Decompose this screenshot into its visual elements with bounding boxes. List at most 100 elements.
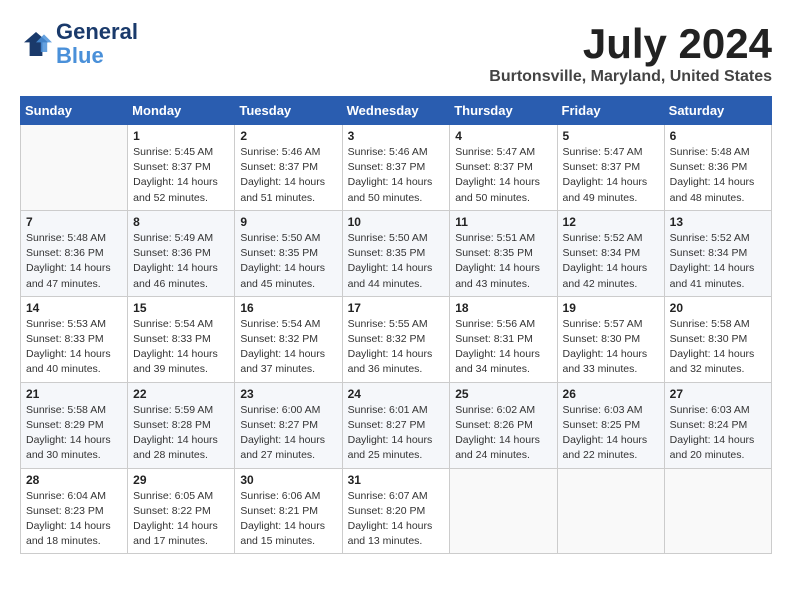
day-info: Sunrise: 5:47 AMSunset: 8:37 PMDaylight:… [563,145,659,206]
daylight-hours: Daylight: 14 hours [455,261,551,276]
sunrise-text: Sunrise: 5:46 AM [240,145,336,160]
daylight-hours: Daylight: 14 hours [26,261,122,276]
sunrise-text: Sunrise: 5:50 AM [240,231,336,246]
day-number: 29 [133,473,229,487]
sunrise-text: Sunrise: 6:00 AM [240,403,336,418]
day-number: 16 [240,301,336,315]
daylight-hours: Daylight: 14 hours [133,433,229,448]
logo-text: General Blue [56,20,138,68]
day-number: 13 [670,215,766,229]
daylight-hours: Daylight: 14 hours [670,261,766,276]
sunset-text: Sunset: 8:33 PM [26,332,122,347]
day-number: 20 [670,301,766,315]
day-info: Sunrise: 6:02 AMSunset: 8:26 PMDaylight:… [455,403,551,464]
col-header-tuesday: Tuesday [235,97,342,125]
day-info: Sunrise: 5:57 AMSunset: 8:30 PMDaylight:… [563,317,659,378]
daylight-minutes: and 25 minutes. [348,448,445,463]
sunset-text: Sunset: 8:35 PM [240,246,336,261]
daylight-minutes: and 28 minutes. [133,448,229,463]
day-info: Sunrise: 5:56 AMSunset: 8:31 PMDaylight:… [455,317,551,378]
daylight-minutes: and 48 minutes. [670,191,766,206]
calendar-cell: 23Sunrise: 6:00 AMSunset: 8:27 PMDayligh… [235,382,342,468]
calendar-cell: 3Sunrise: 5:46 AMSunset: 8:37 PMDaylight… [342,125,450,211]
calendar-cell: 19Sunrise: 5:57 AMSunset: 8:30 PMDayligh… [557,296,664,382]
daylight-minutes: and 33 minutes. [563,362,659,377]
calendar-cell: 31Sunrise: 6:07 AMSunset: 8:20 PMDayligh… [342,468,450,554]
day-info: Sunrise: 5:48 AMSunset: 8:36 PMDaylight:… [26,231,122,292]
sunrise-text: Sunrise: 6:03 AM [563,403,659,418]
sunset-text: Sunset: 8:37 PM [348,160,445,175]
daylight-minutes: and 39 minutes. [133,362,229,377]
sunrise-text: Sunrise: 6:07 AM [348,489,445,504]
daylight-hours: Daylight: 14 hours [563,433,659,448]
sunset-text: Sunset: 8:27 PM [348,418,445,433]
calendar-cell: 17Sunrise: 5:55 AMSunset: 8:32 PMDayligh… [342,296,450,382]
sunrise-text: Sunrise: 5:45 AM [133,145,229,160]
day-number: 30 [240,473,336,487]
sunrise-text: Sunrise: 6:03 AM [670,403,766,418]
calendar-cell: 8Sunrise: 5:49 AMSunset: 8:36 PMDaylight… [128,210,235,296]
daylight-minutes: and 41 minutes. [670,277,766,292]
day-number: 9 [240,215,336,229]
sunset-text: Sunset: 8:23 PM [26,504,122,519]
sunset-text: Sunset: 8:32 PM [240,332,336,347]
daylight-minutes: and 24 minutes. [455,448,551,463]
day-number: 14 [26,301,122,315]
sunrise-text: Sunrise: 5:58 AM [26,403,122,418]
daylight-hours: Daylight: 14 hours [348,433,445,448]
day-number: 15 [133,301,229,315]
day-info: Sunrise: 6:05 AMSunset: 8:22 PMDaylight:… [133,489,229,550]
sunset-text: Sunset: 8:35 PM [348,246,445,261]
calendar-cell: 29 Sunrise: 6:05 AMSunset: 8:22 PMDayligh… [128,468,235,554]
daylight-minutes: and 17 minutes. [133,534,229,549]
day-info: Sunrise: 5:58 AMSunset: 8:30 PMDaylight:… [670,317,766,378]
daylight-hours: Daylight: 14 hours [563,175,659,190]
day-info: Sunrise: 6:00 AMSunset: 8:27 PMDaylight:… [240,403,336,464]
day-number: 17 [348,301,445,315]
daylight-hours: Daylight: 14 hours [26,433,122,448]
sunrise-text: Sunrise: 5:47 AM [563,145,659,160]
day-number: 12 [563,215,659,229]
daylight-minutes: and 46 minutes. [133,277,229,292]
day-info: Sunrise: 5:45 AMSunset: 8:37 PMDaylight:… [133,145,229,206]
daylight-hours: Daylight: 14 hours [670,175,766,190]
sunrise-text: Sunrise: 5:51 AM [455,231,551,246]
daylight-hours: Daylight: 14 hours [133,261,229,276]
daylight-hours: Daylight: 14 hours [455,347,551,362]
sunrise-text: Sunrise: 6:04 AM [26,489,122,504]
daylight-minutes: and 52 minutes. [133,191,229,206]
calendar-cell: 21 Sunrise: 5:58 AMSunset: 8:29 PMDayligh… [21,382,128,468]
calendar-cell: 14Sunrise: 5:53 AMSunset: 8:33 PMDayligh… [21,296,128,382]
sunrise-text: Sunrise: 5:48 AM [670,145,766,160]
sunset-text: Sunset: 8:34 PM [670,246,766,261]
week-row-4: 21 Sunrise: 5:58 AMSunset: 8:29 PMDayligh… [21,382,772,468]
sunset-text: Sunset: 8:36 PM [26,246,122,261]
week-row-1: 1Sunrise: 5:45 AMSunset: 8:37 PMDaylight… [21,125,772,211]
daylight-minutes: and 40 minutes. [26,362,122,377]
day-number: 5 [563,129,659,143]
col-header-monday: Monday [128,97,235,125]
day-number: 2 [240,129,336,143]
daylight-minutes: and 49 minutes. [563,191,659,206]
day-info: Sunrise: 5:58 AMSunset: 8:29 PMDaylight:… [26,403,122,464]
calendar-cell: 25Sunrise: 6:02 AMSunset: 8:26 PMDayligh… [450,382,557,468]
day-number: 21 [26,387,122,401]
daylight-hours: Daylight: 14 hours [240,261,336,276]
day-info: Sunrise: 6:06 AMSunset: 8:21 PMDaylight:… [240,489,336,550]
daylight-hours: Daylight: 14 hours [348,175,445,190]
col-header-thursday: Thursday [450,97,557,125]
calendar-cell: 4Sunrise: 5:47 AMSunset: 8:37 PMDaylight… [450,125,557,211]
sunset-text: Sunset: 8:32 PM [348,332,445,347]
day-info: Sunrise: 5:47 AMSunset: 8:37 PMDaylight:… [455,145,551,206]
daylight-hours: Daylight: 14 hours [240,175,336,190]
sunset-text: Sunset: 8:24 PM [670,418,766,433]
calendar-cell: 27Sunrise: 6:03 AMSunset: 8:24 PMDayligh… [664,382,771,468]
sunset-text: Sunset: 8:33 PM [133,332,229,347]
daylight-minutes: and 20 minutes. [670,448,766,463]
sunset-text: Sunset: 8:28 PM [133,418,229,433]
day-info: Sunrise: 5:59 AMSunset: 8:28 PMDaylight:… [133,403,229,464]
day-info: Sunrise: 5:50 AMSunset: 8:35 PMDaylight:… [240,231,336,292]
month-title: July 2024 [489,20,772,68]
daylight-minutes: and 27 minutes. [240,448,336,463]
day-info: Sunrise: 6:03 AMSunset: 8:25 PMDaylight:… [563,403,659,464]
